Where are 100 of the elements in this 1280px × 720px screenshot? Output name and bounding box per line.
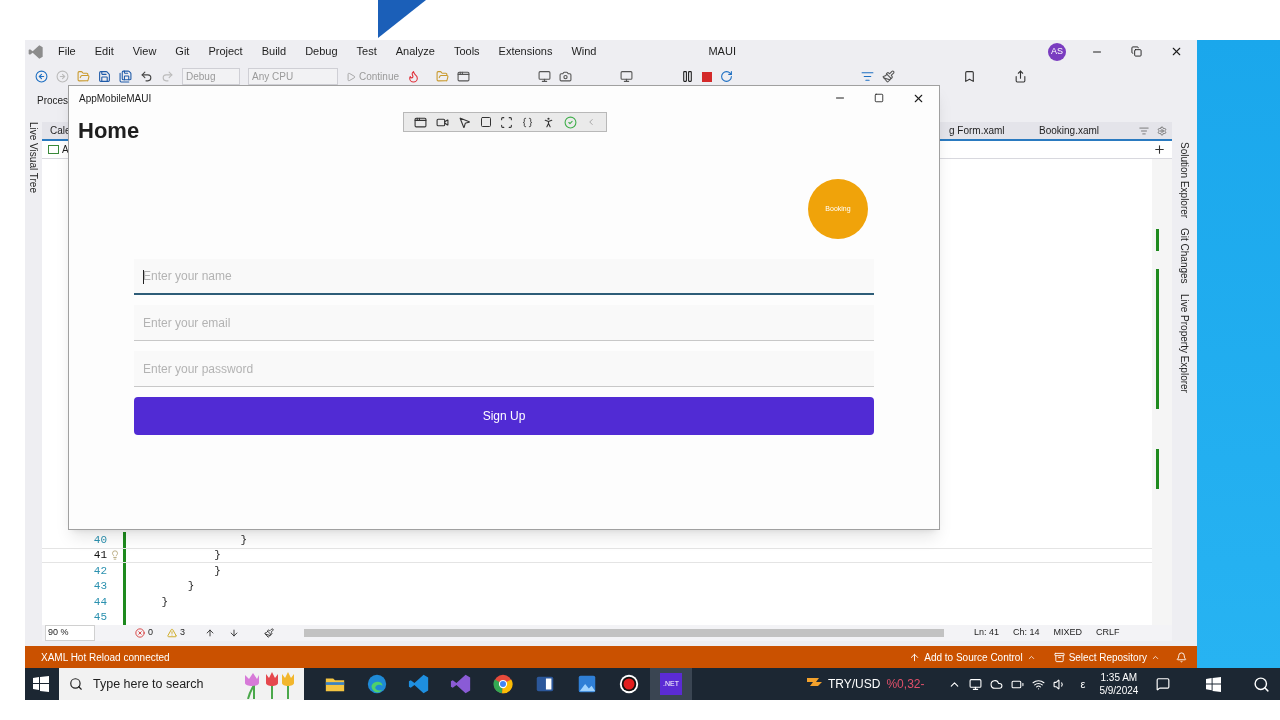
share-icon[interactable] <box>1014 70 1028 83</box>
status-message[interactable]: XAML Hot Reload connected <box>41 649 170 665</box>
error-icon <box>135 628 145 638</box>
wifi-icon[interactable] <box>1032 677 1046 691</box>
tool-tab[interactable]: Solution Explorer <box>1177 142 1192 219</box>
recorder-icon <box>618 673 640 695</box>
code-text: } <box>160 594 168 610</box>
error-count[interactable]: 0 <box>135 626 153 640</box>
brush-icon[interactable] <box>882 70 896 83</box>
navigation-dropdown[interactable]: A <box>62 142 69 157</box>
input-field[interactable]: Enter your name <box>134 259 874 295</box>
frame-icon[interactable] <box>479 116 492 128</box>
settings-icon[interactable] <box>1157 125 1167 136</box>
pointer-icon[interactable] <box>457 115 471 129</box>
camera-icon[interactable] <box>559 70 573 83</box>
save-all-icon[interactable] <box>119 70 132 83</box>
notification-icon[interactable] <box>1156 677 1171 691</box>
source-control-button[interactable]: Add to Source Control <box>909 649 1036 665</box>
monitor-icon[interactable] <box>620 70 634 83</box>
monitor-icon[interactable] <box>538 70 552 83</box>
line-number: 42 <box>92 563 107 579</box>
account-avatar[interactable]: AS <box>1048 42 1066 61</box>
process-label: Proces <box>37 93 69 108</box>
menu-item[interactable]: Tools <box>453 43 480 60</box>
line-number: 41 <box>92 548 107 563</box>
window-title: AppMobileMAUI <box>79 91 152 106</box>
device-icon[interactable] <box>969 677 983 691</box>
clock-time[interactable]: 1:35 AM <box>1100 671 1138 684</box>
close-icon[interactable] <box>1170 45 1183 58</box>
undo-icon[interactable] <box>140 70 153 83</box>
cursor-column: Ch: 14 <box>1013 626 1040 640</box>
arrow-down-icon[interactable] <box>229 628 240 638</box>
page-heading: Home <box>78 117 140 145</box>
select-icon[interactable] <box>500 115 514 129</box>
windows-logo-icon[interactable] <box>33 676 49 692</box>
tool-tab[interactable]: Live Visual Tree <box>26 122 41 646</box>
visualstudio-icon <box>450 673 472 695</box>
cursor-line: Ln: 41 <box>974 626 1000 640</box>
search-icon[interactable] <box>1253 675 1270 693</box>
menu-item[interactable]: Test <box>356 43 377 60</box>
edge-icon <box>366 673 388 695</box>
tool-tab[interactable]: Live Property Explorer <box>1177 293 1192 393</box>
window-icon[interactable] <box>414 115 428 129</box>
windows-logo-icon[interactable] <box>1206 676 1222 692</box>
menu-item[interactable]: Debug <box>305 43 338 60</box>
vscode-icon <box>408 673 430 695</box>
search-box[interactable]: Type here to search <box>59 668 304 700</box>
sign-up-button[interactable]: Sign Up <box>134 397 874 435</box>
whitespace-mode: MIXED <box>1053 626 1083 640</box>
code-text: } <box>213 563 221 579</box>
back-icon[interactable] <box>35 70 48 83</box>
stop-icon[interactable] <box>702 71 713 82</box>
filter-icon[interactable] <box>861 70 875 83</box>
line-number: 40 <box>92 532 107 548</box>
change-marker <box>1156 229 1159 251</box>
menu-item[interactable]: Wind <box>571 43 597 60</box>
menu-item[interactable]: Project <box>208 43 243 60</box>
menu-item[interactable]: Extensions <box>498 43 553 60</box>
vertical-scrollbar[interactable] <box>1152 159 1172 625</box>
restore-icon[interactable] <box>1131 46 1142 57</box>
brush-icon[interactable] <box>264 628 275 638</box>
warning-count[interactable]: 3 <box>167 626 186 640</box>
add-icon[interactable] <box>1153 143 1166 156</box>
maximize-icon[interactable] <box>874 93 884 103</box>
binding-icon[interactable] <box>522 116 534 128</box>
text-cursor <box>143 270 144 284</box>
menu-item[interactable]: Edit <box>94 43 114 60</box>
check-icon[interactable] <box>563 115 577 129</box>
tool-tab[interactable]: Git Changes <box>1177 228 1192 284</box>
restart-icon[interactable] <box>720 70 734 83</box>
code-text: } <box>239 532 248 548</box>
cloud-icon[interactable] <box>990 677 1004 691</box>
input-indicator[interactable]: ε <box>1080 675 1086 693</box>
ticker-change: %0,32- <box>886 676 925 693</box>
flame-icon[interactable] <box>407 70 421 83</box>
arrow-up-icon[interactable] <box>205 628 216 638</box>
pause-icon[interactable] <box>681 70 695 83</box>
menu-item[interactable]: Git <box>175 43 190 60</box>
line-number: 44 <box>92 594 107 610</box>
search-placeholder: Type here to search <box>93 675 204 693</box>
document-tab[interactable]: Booking.xaml <box>1039 123 1129 138</box>
bookmark-icon[interactable] <box>963 70 977 83</box>
zoom-dropdown[interactable]: 90 % <box>45 625 95 641</box>
warning-icon <box>167 628 177 638</box>
repository-button[interactable]: Select Repository <box>1053 649 1160 665</box>
arrow-up-icon <box>909 651 921 663</box>
menu-item[interactable]: File <box>58 43 76 60</box>
document-tab[interactable]: g Form.xaml <box>949 123 1039 138</box>
menu-item[interactable]: View <box>132 43 157 60</box>
clock-date[interactable]: 5/9/2024 <box>1099 684 1139 697</box>
menu-item[interactable]: Analyze <box>395 43 435 60</box>
menu-item[interactable]: Build <box>261 43 287 60</box>
horizontal-scrollbar[interactable] <box>304 629 945 637</box>
play-icon <box>346 71 356 82</box>
logo-icon <box>28 43 44 60</box>
save-icon[interactable] <box>98 70 111 83</box>
code-text: } <box>213 548 221 563</box>
line-number: 45 <box>92 610 107 625</box>
window-icon[interactable] <box>457 70 471 83</box>
banner-shape <box>378 0 426 38</box>
